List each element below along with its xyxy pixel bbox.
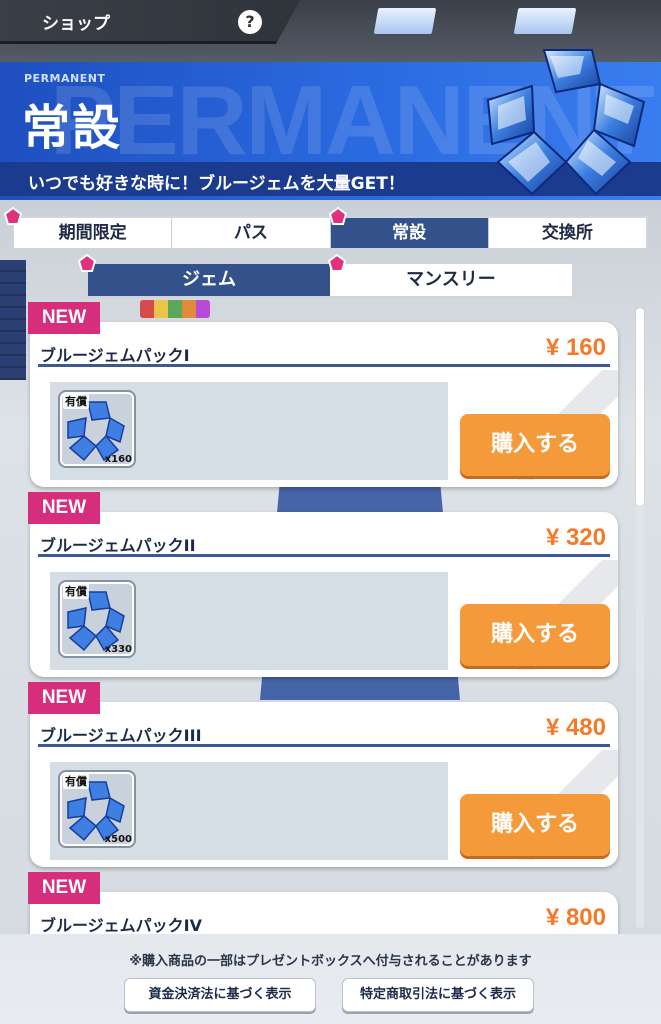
product-name: ブルージェムパックII <box>40 536 196 555</box>
subtab-label: ジェム <box>182 269 236 290</box>
help-button[interactable]: ? <box>238 10 262 34</box>
product-name: ブルージェムパックI <box>40 346 190 365</box>
product-card: ブルージェムパックIII ¥ 480 有償 x500 購入する <box>30 702 618 867</box>
banner-subtitle: いつでも好きな時に！ブルージェムを大量GET！ <box>28 174 405 194</box>
tab-label: 期間限定 <box>58 223 127 243</box>
ceiling-light <box>373 8 437 34</box>
notification-pin-icon <box>328 254 346 272</box>
gem-item-thumbnail[interactable]: 有償 x330 <box>58 580 136 658</box>
subtab-gem[interactable]: ジェム <box>88 264 330 296</box>
product-item: ブルージェムパックI ¥ 160 有償 x160 購入する NEW <box>28 302 618 487</box>
gem-item-thumbnail[interactable]: 有償 x160 <box>58 390 136 468</box>
tab-label: 常設 <box>392 223 427 243</box>
top-bar: ショップ ? <box>0 0 300 44</box>
buy-button[interactable]: 購入する <box>460 794 610 856</box>
buy-button[interactable]: 購入する <box>460 604 610 666</box>
subtab-label: マンスリー <box>406 269 496 290</box>
new-badge: NEW <box>28 682 100 714</box>
product-price: ¥ 800 <box>545 904 606 931</box>
product-price: ¥ 320 <box>545 524 606 551</box>
buy-button[interactable]: 購入する <box>460 414 610 476</box>
paid-label: 有償 <box>63 773 89 789</box>
product-card: ブルージェムパックI ¥ 160 有償 x160 購入する <box>30 322 618 487</box>
purchase-note: ※購入商品の一部はプレゼントボックスへ付与されることがあります <box>129 954 532 969</box>
notification-pin-icon <box>4 207 22 225</box>
page-title: ショップ <box>42 14 110 34</box>
product-list: ブルージェムパックI ¥ 160 有償 x160 購入する NEW ブルージェム… <box>0 302 661 934</box>
banner-small-label: PERMANENT <box>24 72 106 85</box>
divider <box>38 744 610 747</box>
item-quantity: x500 <box>104 834 132 845</box>
tab-label: 交換所 <box>541 223 593 243</box>
footer: ※購入商品の一部はプレゼントボックスへ付与されることがあります 資金決済法に基づ… <box>0 934 661 1024</box>
divider <box>38 554 610 557</box>
product-item: ブルージェムパックIII ¥ 480 有償 x500 購入する NEW <box>28 682 618 867</box>
banner-title: 常設 <box>22 100 123 156</box>
new-badge: NEW <box>28 492 100 524</box>
tab-permanent[interactable]: 常設 <box>330 218 489 248</box>
ceiling-light <box>513 8 577 34</box>
subtab-monthly[interactable]: マンスリー <box>330 264 572 296</box>
notification-pin-icon <box>329 207 347 225</box>
divider <box>38 364 610 367</box>
tab-label: パス <box>233 223 268 243</box>
product-card: ブルージェムパックIV ¥ 800 <box>30 892 618 934</box>
scrollbar[interactable] <box>636 308 644 928</box>
tab-exchange[interactable]: 交換所 <box>488 218 646 248</box>
gem-item-thumbnail[interactable]: 有償 x500 <box>58 770 136 848</box>
tab-pass[interactable]: パス <box>172 218 331 248</box>
blue-gem-icon <box>486 49 646 196</box>
product-price: ¥ 480 <box>545 714 606 741</box>
product-name: ブルージェムパックIII <box>40 726 202 745</box>
new-badge: NEW <box>28 872 100 904</box>
product-item: ブルージェムパックII ¥ 320 有償 x330 購入する NEW <box>28 492 618 677</box>
product-price: ¥ 160 <box>545 334 606 361</box>
paid-label: 有償 <box>63 393 89 409</box>
product-card: ブルージェムパックII ¥ 320 有償 x330 購入する <box>30 512 618 677</box>
tab-limited[interactable]: 期間限定 <box>14 218 173 248</box>
notification-pin-icon <box>78 254 96 272</box>
fund-settlement-act-button[interactable]: 資金決済法に基づく表示 <box>124 978 316 1012</box>
product-item: ブルージェムパックIV ¥ 800 NEW <box>28 872 618 934</box>
item-quantity: x330 <box>104 644 132 655</box>
item-quantity: x160 <box>104 454 132 465</box>
paid-label: 有償 <box>63 583 89 599</box>
scrollbar-thumb[interactable] <box>636 308 644 506</box>
product-name: ブルージェムパックIV <box>40 916 203 934</box>
commercial-transactions-act-button[interactable]: 特定商取引法に基づく表示 <box>342 978 534 1012</box>
new-badge: NEW <box>28 302 100 334</box>
